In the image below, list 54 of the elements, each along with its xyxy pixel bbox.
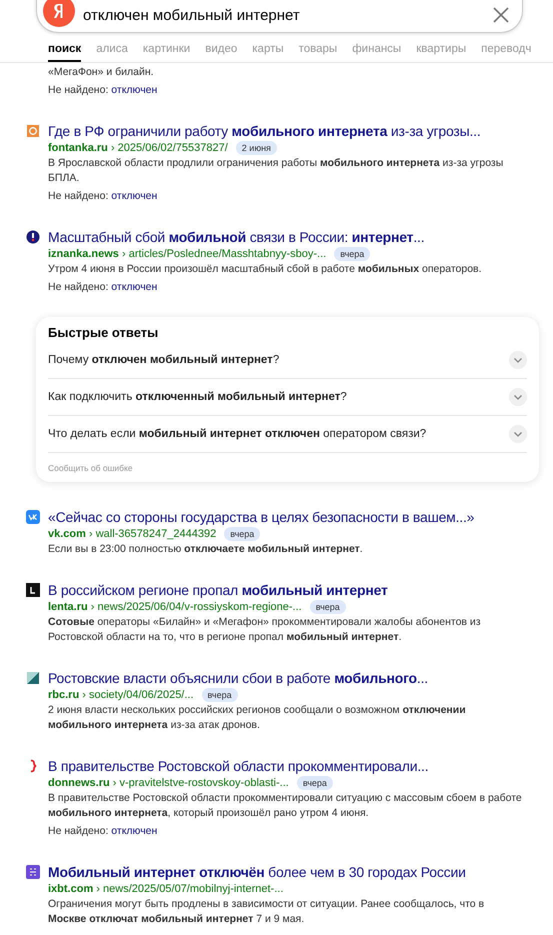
result-url-link[interactable]: donnews.ru › v-pravitelstve-rostovskoy-oblasti-... [48,775,289,791]
date-badge: вчера [310,600,346,614]
missing-word-link[interactable]: отключен [111,190,158,202]
result-title-link[interactable]: «Сейчас со стороны государства в целях безопасности в вашем...» [48,508,523,526]
missing-word-link[interactable]: отключен [111,84,158,96]
square-icon [26,583,40,597]
not-found-note: Не найдено: отключен [48,280,158,295]
result-url-link[interactable]: rbc.ru › society/04/06/2025/... [48,687,194,703]
result-url-link[interactable]: ixbt.com › news/2025/05/07/mobilnyj-internet-... [48,881,284,897]
result-title-link[interactable]: В российском регионе пропал мобильный интернет [48,581,523,599]
result-url-link[interactable]: lenta.ru › news/2025/06/04/v-rossiyskom-regione-... [48,599,302,615]
question-link[interactable]: Почему отключен мобильный интернет? [48,354,280,366]
chevron-icon[interactable] [509,351,527,369]
result-title-link[interactable]: В правительстве Ростовской области прокомментировали... [48,757,523,775]
card-title: Быстрые ответы [48,325,160,340]
result-url-link[interactable]: vk.com › wall-36578247_2444392 [48,526,216,542]
exclamation-icon [26,230,40,244]
not-found-note: Не найдено: отключен [48,824,158,839]
result-snippet: «МегаФон» и билайн. [48,65,155,80]
chat-icon [26,510,40,524]
result-title-link[interactable]: Ростовские власти объяснили сбои в работе мобильного... [48,669,523,687]
logo-icon[interactable] [43,0,75,27]
result-title-link[interactable]: Мобильный интернет отключён более чем в 30 городах России [48,863,523,881]
search-input[interactable]: отключен мобильный интернет [83,6,492,24]
not-found-note: Не найдено: отключен [48,189,158,204]
square-icon [26,124,40,138]
close-icon[interactable] [492,6,510,24]
missing-word-link[interactable]: отключен [111,825,158,837]
date-badge: вчера [334,247,370,261]
question-link[interactable]: Что делать если мобильный интернет отключен оператором связи? [48,428,426,440]
triangle-icon [26,671,40,685]
result-title-link[interactable]: Где в РФ ограничили работу мобильного интернета из-за угрозы... [48,122,523,140]
date-badge: вчера [202,688,238,702]
result-snippet: Сотовые операторы «Билайн» и «Мегафон» прокомментировали жалобы абонентов из Ростовской области на то, что в регионе пропал мобильный интернет. [48,615,482,645]
date-badge: вчера [224,527,260,541]
chevron-icon[interactable] [509,425,527,443]
result-snippet: В правительстве Ростовской области прокомментировали ситуацию с массовым сбоем в работе мобильного интернета, который произошёл рано утром 4 июня. [48,791,523,821]
result-url-link[interactable]: iznanka.news › articles/Poslednee/Masshtabnyy-sboy-... [48,246,326,262]
result-snippet: Ограничения могут быть продлены в зависимости от ситуации. Ранее сообщалось, что в Москве отключат мобильный интернет 7 и 9 мая. [48,897,486,927]
date-badge: 2 июня [236,141,277,155]
result-snippet: 2 июня власти нескольких российских регионов сообщали о возможном отключении мобильного интернета из-за атак дронов. [48,703,467,733]
search-field[interactable]: отключен мобильный интернет [36,0,523,33]
result-title-link[interactable]: Масштабный сбой мобильной связи в России: интернет... [48,228,523,246]
chevron-icon[interactable] [509,388,527,406]
date-badge: вчера [296,776,333,790]
result-url-link[interactable]: fontanka.ru › 2025/06/02/75537827/ [48,140,228,156]
grid-icon [26,865,40,879]
result-snippet: В Ярославской области продлили ограничения работы мобильного интернета из-за угрозы БПЛА. [48,156,504,186]
not-found-note: Не найдено: отключен [48,83,158,98]
search-tab[interactable]: поиск [48,43,82,62]
result-snippet: Утром 4 июня в России произошёл масштабный сбой в работе мобильных операторов. [48,262,483,277]
result-snippet: Если вы в 23:00 полностью отключаете мобильный интернет. [48,542,364,557]
question-link[interactable]: Как подключить отключенный мобильный интернет? [48,391,347,403]
missing-word-link[interactable]: отключен [111,281,158,293]
